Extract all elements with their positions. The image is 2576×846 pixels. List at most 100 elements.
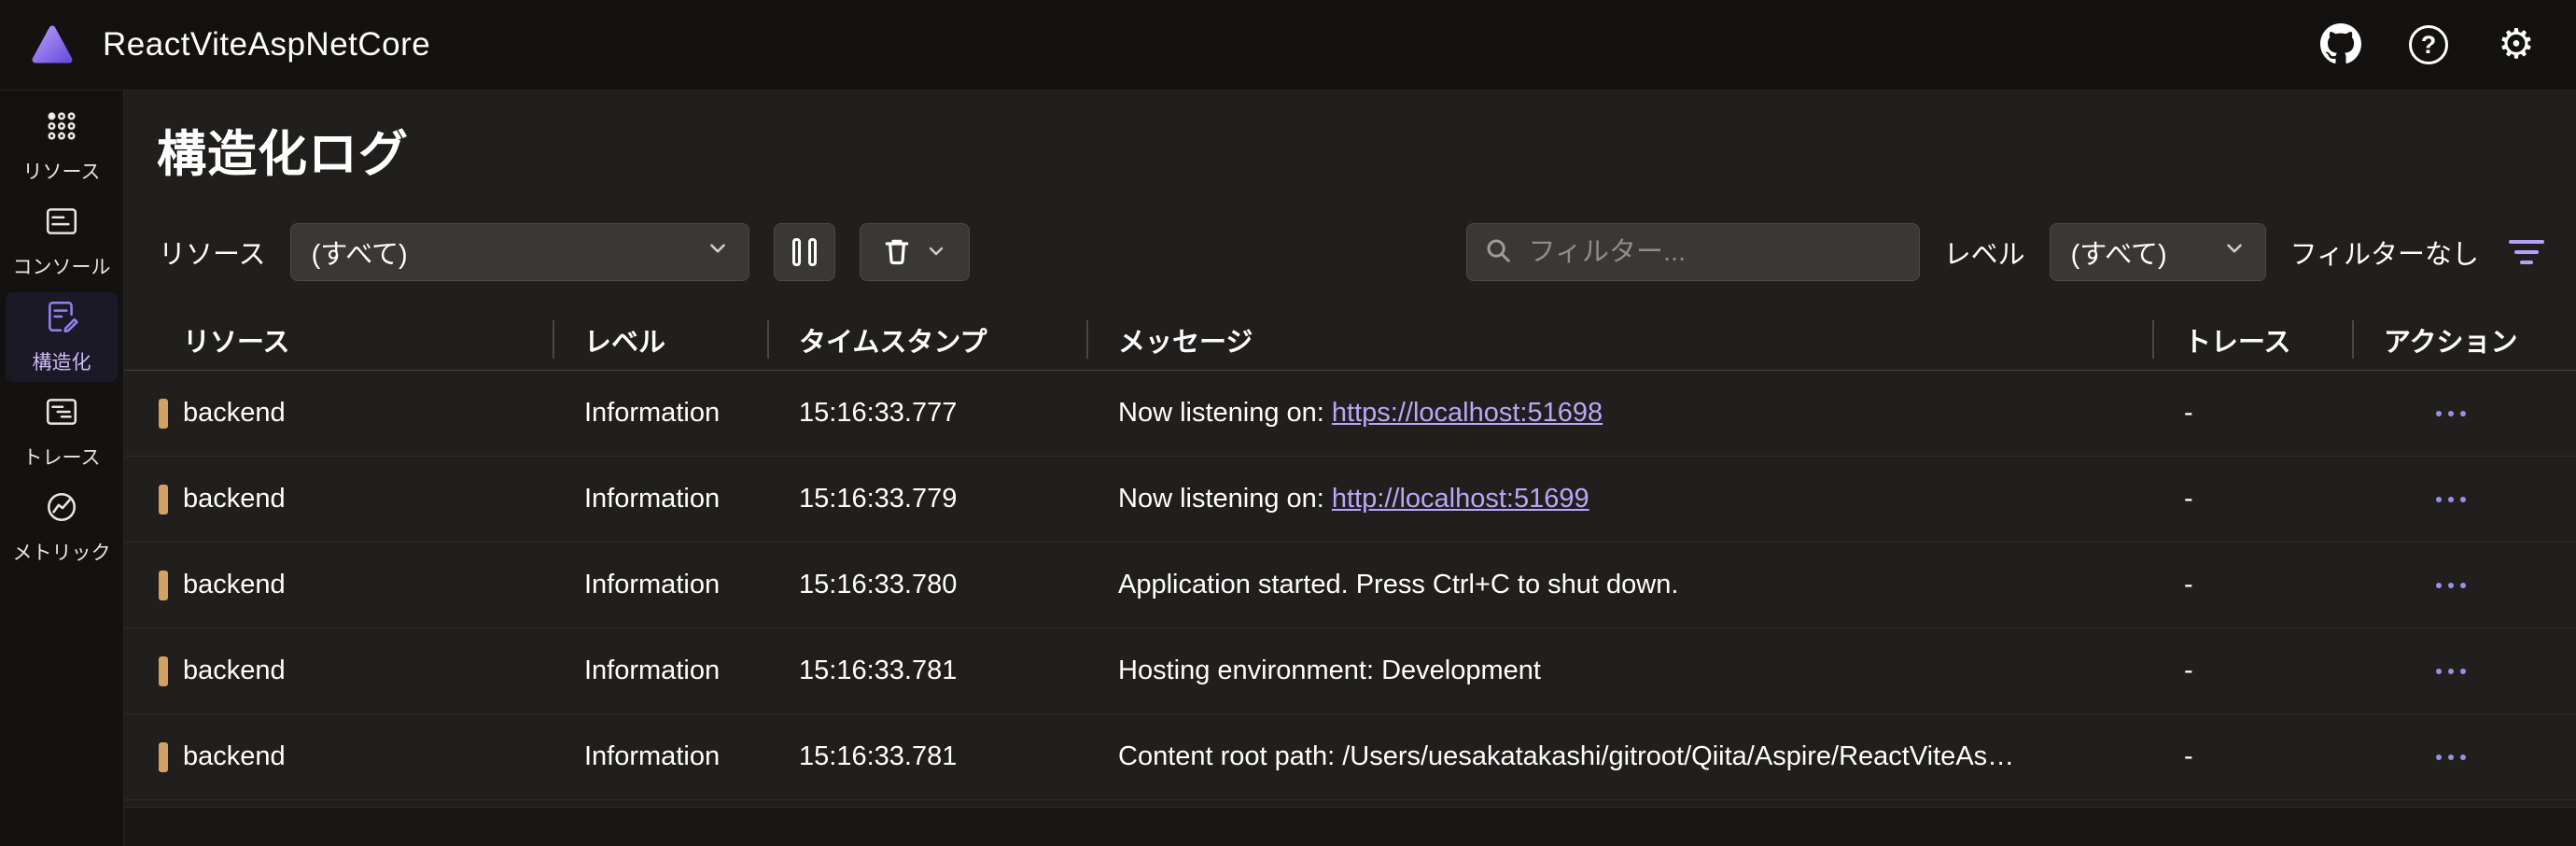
trash-icon [882,236,912,269]
timestamp-cell: 15:16:33.780 [799,570,958,599]
structured-logs-table: リソース レベル タイムスタンプ メッセージ トレース アクション backen… [125,309,2576,800]
trace-cell: - [2184,741,2193,771]
chevron-down-icon [706,236,730,268]
row-actions-button[interactable] [2427,745,2475,769]
trace-cell: - [2184,484,2193,514]
filter-search [1465,223,1920,281]
row-actions-button[interactable] [2427,487,2475,512]
column-header-resource: リソース [183,327,290,358]
resource-label: リソース [159,240,266,270]
console-icon [44,204,79,244]
resource-cell: backend [125,656,553,686]
github-button[interactable] [2318,22,2363,67]
trace-cell: - [2184,398,2193,428]
app-title: ReactViteAspNetCore [103,26,431,63]
pause-icon [791,238,801,266]
table-row[interactable]: backend Information 15:16:33.777 Now lis… [125,371,2576,457]
resource-color-bar [159,398,168,429]
filter-button[interactable] [2503,234,2550,270]
top-bar: ReactViteAspNetCore ? ⚙ [0,0,2576,91]
log-message-link[interactable]: http://localhost:51699 [1332,484,1589,514]
pause-button[interactable] [773,223,835,281]
topbar-actions: ? ⚙ [2318,22,2539,67]
timestamp-cell: 15:16:33.781 [799,741,958,771]
resource-color-bar [159,656,168,686]
table-row[interactable]: backend Information 15:16:33.781 Content… [125,714,2576,800]
message-cell: Content root path: /Users/uesakatakashi/… [1118,741,2015,771]
level-cell: Information [584,484,721,514]
timestamp-cell: 15:16:33.779 [799,484,958,514]
level-cell: Information [584,570,721,599]
more-horizontal-icon [2436,582,2442,588]
column-header-message: メッセージ [1086,309,2152,370]
trace-cell: - [2184,570,2193,599]
main-content: 構造化ログ リソース (すべて) フィルター... レベル (すべて) フィルタ… [125,91,2576,846]
resource-select-value: (すべて) [311,240,408,270]
help-icon: ? [2409,25,2448,64]
message-cell: Now listening on: http://localhost:51699 [1118,484,1589,514]
github-icon [2320,22,2361,67]
chevron-down-icon [925,240,947,265]
actions-cell [2352,573,2576,598]
actions-cell [2352,745,2576,769]
resource-color-bar [159,570,168,600]
sidebar-item-label: コンソール [12,257,111,278]
sidebar-item-traces[interactable]: トレース [6,388,118,477]
sidebar-item-label: トレース [22,447,101,469]
search-icon [1484,236,1512,269]
help-button[interactable]: ? [2406,22,2451,67]
table-row[interactable]: backend Information 15:16:33.781 Hosting… [125,628,2576,714]
sidebar-item-label: メトリック [12,543,111,564]
actions-cell [2352,402,2576,426]
resources-icon [44,108,79,148]
more-horizontal-icon [2436,754,2442,760]
structured-logs-icon [44,299,79,339]
more-horizontal-icon [2436,410,2442,416]
column-header-trace: トレース [2152,309,2352,370]
level-select[interactable]: (すべて) [2049,223,2266,281]
more-horizontal-icon [2436,668,2442,674]
traces-icon [44,394,79,434]
no-filters-label: フィルターなし [2289,240,2479,270]
sidebar-item-resources[interactable]: リソース [6,102,118,191]
row-actions-button[interactable] [2427,573,2475,598]
sidebar-item-metrics[interactable]: メトリック [6,483,118,572]
resource-cell: backend [125,741,553,772]
message-cell: Now listening on: https://localhost:5169… [1118,398,1603,428]
filter-search-input[interactable] [1526,235,1902,269]
sidebar-item-structured-logs[interactable]: 構造化 [6,292,118,382]
logs-toolbar: リソース (すべて) フィルター... レベル (すべて) フィルターなし [159,223,2550,281]
more-horizontal-icon [2436,496,2442,502]
level-cell: Information [584,741,721,771]
sidebar-item-label: リソース [22,162,101,183]
resource-select[interactable]: (すべて) [289,223,749,281]
table-row[interactable]: backend Information 15:16:33.779 Now lis… [125,457,2576,543]
table-row[interactable]: backend Information 15:16:33.780 Applica… [125,543,2576,628]
column-header-level: レベル [553,309,767,370]
resource-cell: backend [125,398,553,429]
clear-logs-button[interactable] [859,223,970,281]
table-header-row: リソース レベル タイムスタンプ メッセージ トレース アクション [125,309,2576,371]
level-select-value: (すべて) [2070,240,2167,270]
resource-color-bar [159,741,168,772]
settings-button[interactable]: ⚙ [2494,22,2539,67]
row-actions-button[interactable] [2427,402,2475,426]
row-actions-button[interactable] [2427,659,2475,684]
level-cell: Information [584,656,721,685]
resource-cell: backend [125,570,553,600]
filter-icon [2509,240,2544,244]
level-cell: Information [584,398,721,428]
log-message-link[interactable]: https://localhost:51698 [1332,398,1603,428]
sidebar-item-label: 構造化 [32,352,91,374]
level-label: レベル [1943,240,2025,270]
actions-cell [2352,487,2576,512]
metrics-icon [44,489,79,529]
gear-icon: ⚙ [2498,21,2535,67]
timestamp-cell: 15:16:33.777 [799,398,958,428]
column-header-timestamp: タイムスタンプ [767,309,1086,370]
sidebar-item-console[interactable]: コンソール [6,197,118,287]
sidebar: リソース コンソール 構造化 トレース メトリック [0,91,124,846]
page-title: 構造化ログ [157,127,409,182]
column-header-actions: アクション [2352,309,2576,370]
resource-cell: backend [125,484,553,515]
